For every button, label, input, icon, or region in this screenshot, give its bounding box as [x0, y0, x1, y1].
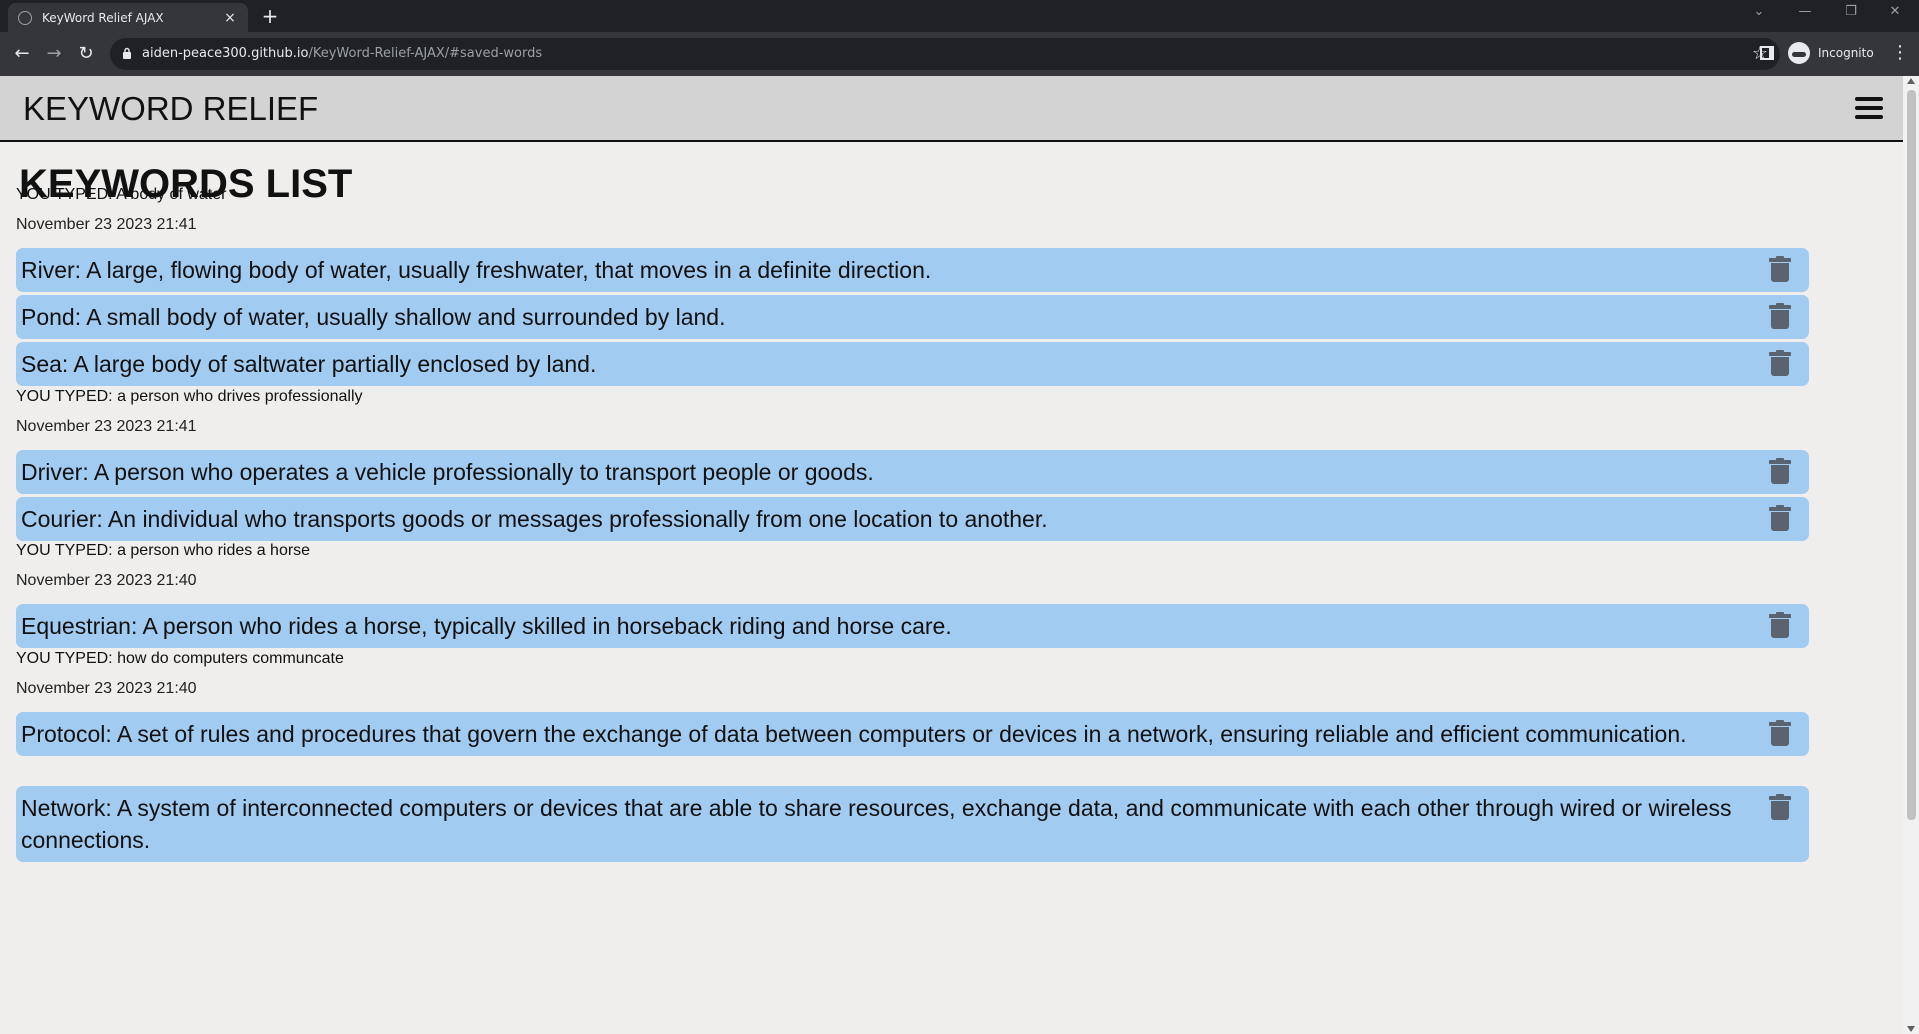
typed-query: YOU TYPED: A body of water [16, 186, 227, 203]
tab-title: KeyWord Relief AJAX [42, 10, 164, 25]
incognito-indicator[interactable]: Incognito [1788, 42, 1874, 64]
keyword-entry: Network: A system of interconnected comp… [16, 786, 1809, 862]
tab-search-icon[interactable]: ⌄ [1744, 4, 1774, 19]
keyword-entry: Courier: An individual who transports go… [16, 497, 1809, 541]
typed-query: YOU TYPED: how do computers communcate [16, 650, 344, 667]
page-viewport: KEYWORD RELIEF KEYWORDS LIST YOU TYPED: … [0, 76, 1919, 1034]
keyword-entry: Driver: A person who operates a vehicle … [16, 450, 1809, 494]
address-bar[interactable]: aiden-peace300.github.io/KeyWord-Relief-… [110, 38, 1780, 70]
back-icon[interactable]: ← [10, 42, 34, 66]
trash-icon[interactable] [1769, 612, 1791, 638]
minimize-icon[interactable]: — [1790, 4, 1820, 19]
scroll-up-arrow-icon[interactable] [1907, 78, 1915, 84]
keyword-definition: River: A large, flowing body of water, u… [21, 257, 932, 283]
keyword-entry: Equestrian: A person who rides a horse, … [16, 604, 1809, 648]
forward-icon[interactable]: → [42, 42, 66, 66]
browser-toolbar: ← → ↻ aiden-peace300.github.io/KeyWord-R… [0, 32, 1919, 76]
close-tab-icon[interactable]: × [222, 10, 238, 26]
page-scrollbar[interactable] [1903, 76, 1919, 1034]
globe-icon [18, 10, 32, 25]
keyword-definition: Network: A system of interconnected comp… [21, 795, 1732, 853]
trash-icon[interactable] [1769, 350, 1791, 376]
hamburger-menu-icon[interactable] [1855, 97, 1883, 121]
url-path: /KeyWord-Relief-AJAX/#saved-words [308, 46, 543, 61]
keyword-definition: Driver: A person who operates a vehicle … [21, 459, 874, 485]
url-text: aiden-peace300.github.io/KeyWord-Relief-… [142, 46, 542, 61]
keyword-definition: Equestrian: A person who rides a horse, … [21, 613, 952, 639]
saved-date: November 23 2023 21:41 [16, 216, 197, 233]
trash-icon[interactable] [1769, 505, 1791, 531]
site-header: KEYWORD RELIEF [0, 76, 1903, 142]
incognito-label: Incognito [1818, 46, 1874, 60]
browser-tab[interactable]: KeyWord Relief AJAX × [8, 3, 248, 32]
window-close-icon[interactable]: ✕ [1880, 4, 1910, 19]
keyword-definition: Protocol: A set of rules and procedures … [21, 721, 1687, 747]
keyword-definition: Sea: A large body of saltwater partially… [21, 351, 597, 377]
keyword-definition: Pond: A small body of water, usually sha… [21, 304, 726, 330]
scrollbar-thumb[interactable] [1907, 90, 1916, 820]
saved-date: November 23 2023 21:40 [16, 680, 197, 697]
site-title[interactable]: KEYWORD RELIEF [23, 90, 318, 128]
trash-icon[interactable] [1769, 720, 1791, 746]
saved-date: November 23 2023 21:40 [16, 572, 197, 589]
keyword-entry: Protocol: A set of rules and procedures … [16, 712, 1809, 756]
saved-date: November 23 2023 21:41 [16, 418, 197, 435]
typed-query: YOU TYPED: a person who rides a horse [16, 542, 311, 559]
keyword-entry: Pond: A small body of water, usually sha… [16, 295, 1809, 339]
browser-menu-icon[interactable]: ⋮ [1890, 42, 1910, 63]
trash-icon[interactable] [1769, 256, 1791, 282]
side-panel-icon[interactable] [1760, 46, 1774, 60]
keyword-definition: Courier: An individual who transports go… [21, 506, 1048, 532]
lock-icon [123, 47, 131, 59]
keyword-entry: River: A large, flowing body of water, u… [16, 248, 1809, 292]
scroll-down-arrow-icon[interactable] [1907, 1026, 1915, 1032]
restore-icon[interactable]: ❐ [1836, 4, 1866, 19]
incognito-icon [1788, 42, 1810, 64]
url-host: aiden-peace300.github.io [142, 46, 309, 61]
keyword-entry: Sea: A large body of saltwater partially… [16, 342, 1809, 386]
reload-icon[interactable]: ↻ [74, 42, 98, 66]
trash-icon[interactable] [1769, 303, 1791, 329]
trash-icon[interactable] [1769, 458, 1791, 484]
browser-tab-strip: KeyWord Relief AJAX × + ⌄ — ❐ ✕ [0, 0, 1919, 32]
new-tab-button[interactable]: + [258, 5, 282, 29]
trash-icon[interactable] [1769, 794, 1791, 820]
typed-query: YOU TYPED: a person who drives professio… [16, 388, 363, 405]
